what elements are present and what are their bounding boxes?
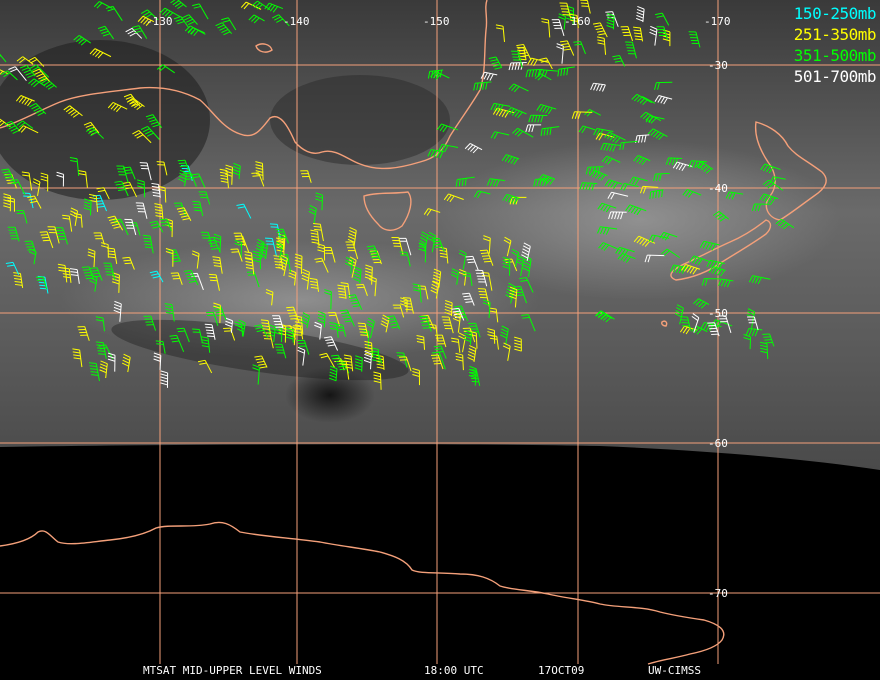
- observation-date: 17OCT09: [538, 664, 585, 677]
- longitude-label: -130: [146, 15, 173, 28]
- legend-item-351-500mb: 351-500mb: [793, 46, 877, 65]
- legend-item-501-700mb: 501-700mb: [793, 67, 877, 86]
- latitude-label: -60: [708, 437, 728, 450]
- map-canvas: [0, 0, 880, 665]
- latitude-label: -70: [708, 587, 728, 600]
- latitude-label: -30: [708, 59, 728, 72]
- longitude-label: -170: [704, 15, 731, 28]
- longitude-label: -160: [564, 15, 591, 28]
- legend-item-251-350mb: 251-350mb: [793, 25, 877, 44]
- data-source: UW-CIMSS: [648, 664, 701, 677]
- image-caption: MTSAT MID-UPPER LEVEL WINDS 18:00 UTC 17…: [0, 664, 880, 678]
- satellite-wind-map: -130 -140 -150 -160 -170 -30 -40 -50 -60 -70 150…: [0, 0, 880, 680]
- product-name: MTSAT MID-UPPER LEVEL WINDS: [143, 664, 322, 677]
- longitude-label: -140: [283, 15, 310, 28]
- legend-item-150-250mb: 150-250mb: [793, 4, 877, 23]
- dry-slot: [0, 40, 210, 200]
- longitude-label: -150: [423, 15, 450, 28]
- latitude-label: -50: [708, 307, 728, 320]
- latitude-label: -40: [708, 182, 728, 195]
- observation-time: 18:00 UTC: [424, 664, 484, 677]
